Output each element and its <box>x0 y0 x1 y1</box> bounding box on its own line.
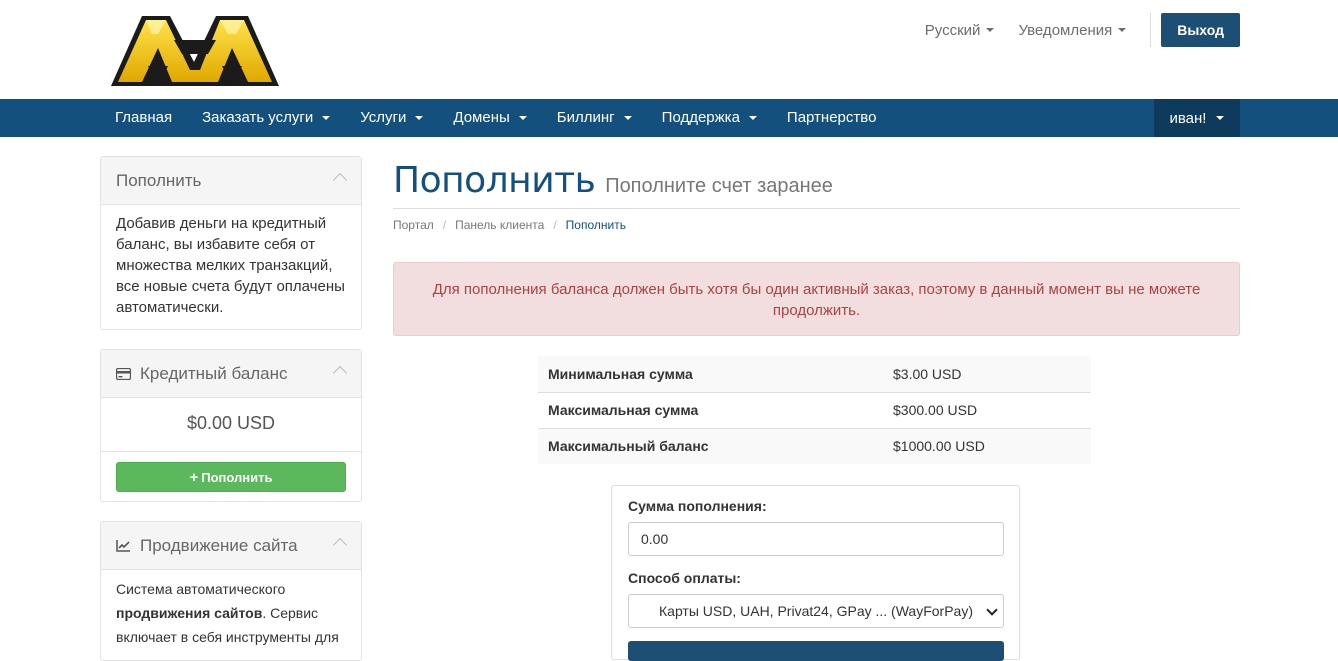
main-navigation: Главная Заказать услуги Услуги Домены Биллин… <box>0 99 1338 137</box>
limits-table: Минимальная сумма $3.00 USD Максимальная… <box>538 356 1091 464</box>
notifications-label: Уведомления <box>1018 21 1113 39</box>
caret-down-icon <box>322 116 331 120</box>
nav-item-label: Биллинг <box>556 109 615 126</box>
payment-method-value: Карты USD, UAH, Privat24, GPay ... (WayF… <box>659 603 973 619</box>
caret-down-icon <box>1216 116 1225 120</box>
language-label: Русский <box>924 21 981 39</box>
nav-item[interactable]: Главная <box>100 99 187 137</box>
breadcrumb-separator: / <box>553 218 557 232</box>
table-row: Максимальный баланс $1000.00 USD <box>538 427 1091 464</box>
user-name: иван! <box>1169 109 1207 127</box>
site-promotion-panel: Продвижение сайта Система автоматическог… <box>100 521 362 661</box>
line-chart-icon <box>116 539 131 552</box>
nav-item[interactable]: Заказать услуги <box>187 99 345 137</box>
credit-card-icon <box>116 367 131 380</box>
breadcrumb: Портал / Панель клиента / Пополнить <box>393 218 626 232</box>
page-subtitle: Пополните счет заранее <box>605 175 833 197</box>
breadcrumb-client-area[interactable]: Панель клиента <box>455 218 544 232</box>
page-title: Пополнить <box>393 160 596 201</box>
table-row: Максимальная сумма $300.00 USD <box>538 391 1091 428</box>
plus-icon: + <box>189 468 199 486</box>
amount-label: Сумма пополнения: <box>628 498 767 514</box>
breadcrumb-current: Пополнить <box>565 218 626 232</box>
language-dropdown[interactable]: Русский <box>925 22 995 39</box>
panel-title: Пополнить <box>116 170 202 190</box>
credit-balance-panel: Кредитный баланс $0.00 USD + Пополнить <box>100 349 362 502</box>
nav-item[interactable]: Биллинг <box>542 99 647 137</box>
caret-down-icon <box>748 116 757 120</box>
add-funds-label: Пополнить <box>201 469 273 485</box>
site-logo[interactable] <box>108 10 282 90</box>
caret-down-icon <box>986 28 995 32</box>
user-menu-dropdown[interactable]: иван! <box>1154 99 1240 137</box>
nav-item[interactable]: Услуги <box>345 99 438 137</box>
limit-label: Максимальный баланс <box>538 427 883 464</box>
panel-header[interactable]: Пополнить <box>101 157 361 205</box>
payment-method-label: Способ оплаты: <box>628 570 741 586</box>
promo-text-bold: продвижения сайтов <box>116 605 263 621</box>
caret-down-icon <box>1118 28 1127 32</box>
promo-text-1: Система автоматического <box>116 581 286 597</box>
limit-value: $3.00 USD <box>883 356 1091 392</box>
add-funds-form: Сумма пополнения: Способ оплаты: Карты U… <box>611 485 1020 661</box>
caret-down-icon <box>518 116 527 120</box>
page-header: Пополнить Пополните счет заранее <box>393 160 1240 209</box>
nav-item-label: Заказать услуги <box>202 109 314 126</box>
submit-button[interactable] <box>628 641 1004 661</box>
panel-header[interactable]: Продвижение сайта <box>101 522 361 570</box>
site-header: Русский Уведомления Выход <box>0 0 1338 99</box>
chevron-up-icon[interactable] <box>332 537 348 553</box>
topup-info-panel: Пополнить Добавив деньги на кредитный ба… <box>100 156 362 330</box>
limit-label: Минимальная сумма <box>538 356 883 392</box>
limit-value: $1000.00 USD <box>883 427 1091 464</box>
nav-items: Главная Заказать услуги Услуги Домены Биллин… <box>100 99 891 137</box>
limit-label: Максимальная сумма <box>538 391 883 428</box>
table-row: Минимальная сумма $3.00 USD <box>538 356 1091 392</box>
panel-text: Система автоматического продвижения сайт… <box>101 570 361 659</box>
nav-item[interactable]: Домены <box>438 99 541 137</box>
add-funds-button[interactable]: + Пополнить <box>116 462 346 492</box>
limit-value: $300.00 USD <box>883 391 1091 428</box>
caret-down-icon <box>623 116 632 120</box>
nav-item-label: Домены <box>453 109 510 126</box>
payment-method-select[interactable]: Карты USD, UAH, Privat24, GPay ... (WayF… <box>628 594 1004 628</box>
amount-input[interactable] <box>628 522 1004 556</box>
chevron-down-icon <box>986 604 998 616</box>
panel-title: Продвижение сайта <box>140 535 298 555</box>
nav-item-label: Главная <box>115 109 173 126</box>
credit-balance-value: $0.00 USD <box>101 398 361 452</box>
chevron-up-icon[interactable] <box>332 172 348 188</box>
top-nav: Русский Уведомления Выход <box>925 13 1240 47</box>
error-alert: Для пополнения баланса должен быть хотя … <box>393 262 1240 336</box>
logout-button[interactable]: Выход <box>1161 13 1240 47</box>
nav-item[interactable]: Партнерство <box>772 99 892 137</box>
nav-item[interactable]: Поддержка <box>647 99 772 137</box>
caret-down-icon <box>415 116 424 120</box>
notifications-dropdown[interactable]: Уведомления <box>1018 21 1127 39</box>
nav-item-label: Партнерство <box>786 109 877 126</box>
divider <box>1150 13 1152 47</box>
breadcrumb-separator: / <box>442 218 447 232</box>
nav-item-label: Поддержка <box>661 109 740 126</box>
panel-header[interactable]: Кредитный баланс <box>101 350 361 398</box>
chevron-up-icon[interactable] <box>332 365 348 381</box>
panel-title: Кредитный баланс <box>140 363 288 383</box>
breadcrumb-portal[interactable]: Портал <box>393 218 434 232</box>
nav-item-label: Услуги <box>360 109 407 126</box>
panel-text: Добавив деньги на кредитный баланс, вы и… <box>116 215 345 316</box>
